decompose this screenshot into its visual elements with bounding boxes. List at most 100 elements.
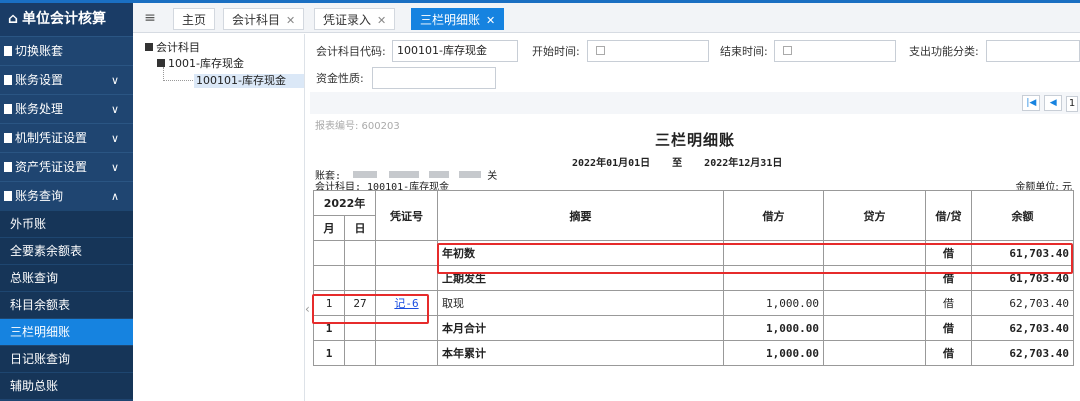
menu-icon (4, 104, 12, 114)
header-year: 2022年 (313, 190, 376, 216)
sidebar-item-4[interactable]: 资产凭证设置 ∨ (0, 152, 133, 181)
date-range: 2022年01月01日 至 2022年12月31日 (572, 154, 804, 169)
app-brand[interactable]: ⌂ 单位会计核算 (0, 3, 133, 36)
sidebar-item-label: 资产凭证设置 (15, 160, 88, 174)
account-code-input[interactable]: 100101-库存现金 (392, 40, 518, 62)
cell-month (313, 265, 345, 291)
sidebar-item-label: 账务处理 (15, 102, 64, 116)
first-page-icon[interactable]: |◀ (1022, 95, 1041, 111)
redacted-block (353, 171, 378, 178)
submenu-item-4[interactable]: 三栏明细账 (0, 318, 133, 345)
brand-label: 单位会计核算 (22, 11, 107, 27)
menu-icon (4, 133, 12, 143)
func-class-label: 支出功能分类: (909, 45, 979, 58)
account-code-value: 100101-库存现金 (397, 44, 487, 57)
sidebar-menu: 切换账套 账务设置 ∨ 账务处理 ∨ 机制凭证设置 ∨ 资产凭证设置 ∨ 账务查询 ∧ (0, 36, 133, 210)
ledger-table: 2022年 凭证号 摘要 借方 贷方 借/贷 余额 月 日 年初数借 61,703… (313, 190, 1074, 366)
sidebar-item-2[interactable]: 账务处理 ∨ (0, 94, 133, 123)
cell-month: 1 (313, 340, 345, 366)
hamburger-icon[interactable]: ≡ (141, 9, 159, 27)
table-row[interactable]: 1 本年累计 1,000.00 借 62,703.40 (313, 340, 1074, 366)
tab-label: 会计科目 (232, 13, 281, 27)
end-time-input[interactable] (774, 40, 896, 62)
cell-month (313, 240, 345, 266)
close-icon[interactable]: ✕ (377, 14, 386, 27)
cell-dc: 借 (925, 290, 972, 316)
tab-label: 主页 (182, 13, 207, 27)
close-icon[interactable]: ✕ (486, 14, 495, 27)
tab-home[interactable]: 主页 (173, 8, 216, 30)
close-icon[interactable]: ✕ (286, 14, 295, 27)
tab-label: 三栏明细账 (420, 13, 481, 27)
tree-node-root[interactable]: 会计科目 (145, 41, 200, 55)
highlight-voucher-cells (312, 294, 429, 324)
chevron-up-icon[interactable]: ∧ (111, 182, 119, 211)
redacted-block (429, 171, 450, 178)
tab-accounts[interactable]: 会计科目 ✕ (223, 8, 305, 30)
chevron-down-icon[interactable]: ∨ (111, 124, 119, 153)
pager: |◀ ◀ 1 (1022, 95, 1078, 113)
tab-voucher-entry[interactable]: 凭证录入 ✕ (314, 8, 396, 30)
date-to-word: 至 (672, 158, 683, 169)
chevron-down-icon[interactable]: ∨ (111, 153, 119, 182)
header-summary: 摘要 (437, 190, 724, 241)
date-to: 2022年12月31日 (704, 158, 783, 169)
tree-connector (163, 67, 193, 81)
cell-summary: 本年累计 (437, 340, 724, 366)
calendar-icon[interactable] (783, 46, 792, 55)
submenu-item-1[interactable]: 全要素余额表 (0, 237, 133, 264)
submenu-item-6[interactable]: 辅助总账 (0, 372, 133, 399)
filter-area: 会计科目代码: 100101-库存现金 开始时间: 结束时间: 支出功能分类: … (310, 34, 1080, 92)
header-voucher: 凭证号 (375, 190, 438, 241)
sidebar-item-0[interactable]: 切换账套 (0, 36, 133, 65)
collapse-icon[interactable] (157, 59, 165, 67)
header-day: 日 (344, 215, 376, 241)
code-label: 会计科目代码: (316, 45, 386, 58)
submenu-item-3[interactable]: 科目余额表 (0, 291, 133, 318)
header-balance: 余额 (971, 190, 1074, 241)
cell-balance: 62,703.40 (971, 290, 1074, 316)
redacted-block (389, 171, 420, 178)
cell-summary: 取现 (437, 290, 724, 316)
submenu-item-5[interactable]: 日记账查询 (0, 345, 133, 372)
menu-icon (4, 46, 12, 56)
date-from: 2022年01月01日 (572, 158, 651, 169)
chevron-down-icon[interactable]: ∨ (111, 66, 119, 95)
cell-day (344, 265, 376, 291)
collapse-icon[interactable] (145, 43, 153, 51)
highlight-opening-row (437, 243, 1073, 274)
sidebar-item-1[interactable]: 账务设置 ∨ (0, 65, 133, 94)
tree-node-label: 100101-库存现金 (196, 74, 286, 87)
prev-page-icon[interactable]: ◀ (1044, 95, 1063, 111)
cell-debit: 1,000.00 (723, 290, 824, 316)
func-class-select[interactable] (986, 40, 1080, 62)
header-credit: 贷方 (823, 190, 926, 241)
cell-credit (823, 340, 926, 366)
end-time-label: 结束时间: (720, 45, 768, 58)
start-time-input[interactable] (587, 40, 709, 62)
book-suffix: 关 (487, 171, 498, 182)
cell-summary: 本月合计 (437, 315, 724, 341)
page-number[interactable]: 1 (1066, 96, 1078, 112)
sidebar-item-5[interactable]: 账务查询 ∧ (0, 181, 133, 210)
account-tree: 会计科目 1001-库存现金 100101-库存现金 (133, 34, 305, 401)
redacted-block (459, 171, 482, 178)
sidebar-submenu: 外币账 全要素余额表 总账查询 科目余额表 三栏明细账 日记账查询 辅助总账 (0, 210, 133, 399)
sidebar-item-3[interactable]: 机制凭证设置 ∨ (0, 123, 133, 152)
submenu-item-0[interactable]: 外币账 (0, 210, 133, 237)
fund-nature-select[interactable] (372, 67, 496, 89)
cell-debit: 1,000.00 (723, 340, 824, 366)
cell-credit (823, 315, 926, 341)
submenu-item-2[interactable]: 总账查询 (0, 264, 133, 291)
tab-label: 凭证录入 (323, 13, 372, 27)
cell-voucher (375, 340, 438, 366)
tree-node-100101[interactable]: 100101-库存现金 (194, 74, 304, 88)
cell-credit (823, 290, 926, 316)
calendar-icon[interactable] (596, 46, 605, 55)
tab-three-column-ledger[interactable]: 三栏明细账 ✕ (411, 8, 505, 30)
sidebar-item-label: 账务设置 (15, 73, 64, 87)
start-time-label: 开始时间: (532, 45, 580, 58)
sidebar-item-label: 账务查询 (15, 189, 64, 203)
chevron-down-icon[interactable]: ∨ (111, 95, 119, 124)
menu-icon (4, 191, 12, 201)
